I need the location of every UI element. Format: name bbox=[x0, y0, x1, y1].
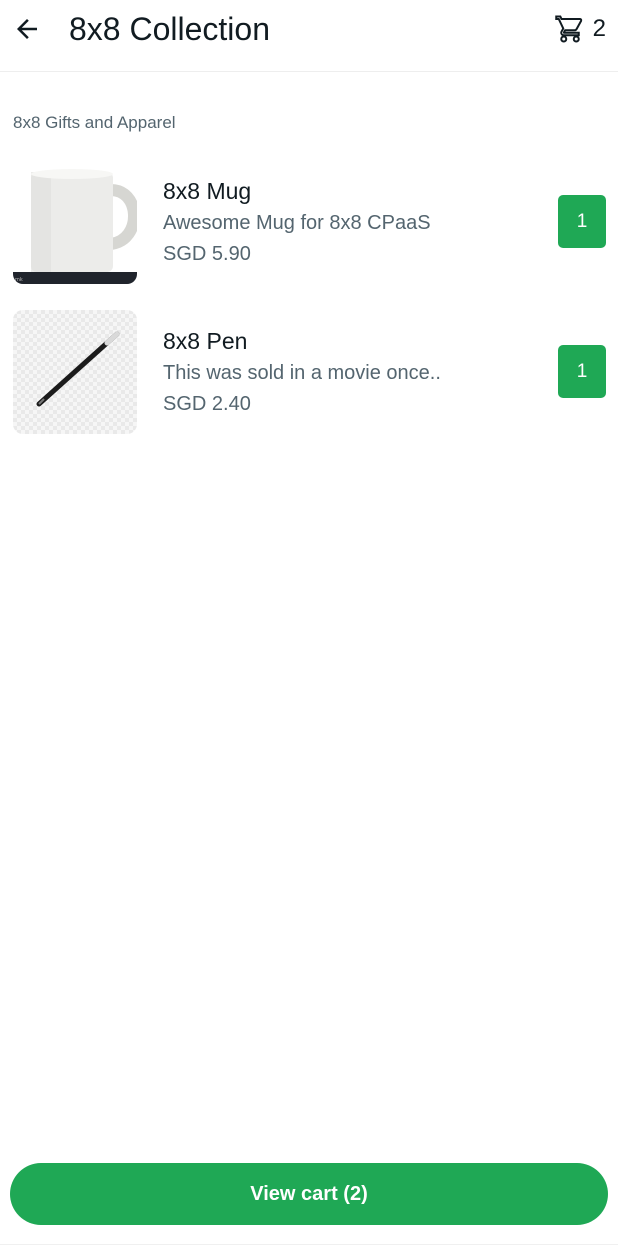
product-price: SGD 2.40 bbox=[163, 393, 251, 415]
bottom-divider bbox=[0, 1244, 618, 1245]
catalog-screen: 8x8 Collection 2 8x8 Gifts and Apparel m… bbox=[0, 0, 618, 1250]
quantity-badge[interactable]: 1 bbox=[558, 345, 606, 398]
cart-button[interactable]: 2 bbox=[554, 12, 606, 46]
product-item-pen[interactable]: 8x8 Pen This was sold in a movie once.. … bbox=[0, 308, 618, 436]
cart-icon bbox=[554, 15, 582, 43]
product-description: This was sold in a movie once.. bbox=[163, 362, 441, 384]
quantity-badge[interactable]: 1 bbox=[558, 195, 606, 248]
app-header: 8x8 Collection 2 bbox=[0, 0, 618, 72]
mug-image: mk bbox=[13, 160, 137, 284]
pen-image bbox=[13, 310, 137, 434]
product-price: SGD 5.90 bbox=[163, 243, 251, 265]
svg-text:mk: mk bbox=[15, 277, 23, 283]
section-label: 8x8 Gifts and Apparel bbox=[13, 113, 176, 132]
product-description: Awesome Mug for 8x8 CPaaS bbox=[163, 212, 431, 234]
cart-count: 2 bbox=[592, 15, 606, 42]
back-button[interactable] bbox=[10, 12, 44, 46]
product-name: 8x8 Pen bbox=[163, 328, 248, 354]
product-item-mug[interactable]: mk 8x8 Mug Awesome Mug for 8x8 CPaaS SGD… bbox=[0, 158, 618, 286]
product-name: 8x8 Mug bbox=[163, 178, 252, 204]
view-cart-button[interactable]: View cart (2) bbox=[10, 1163, 608, 1225]
arrow-left-icon bbox=[17, 19, 37, 39]
page-title: 8x8 Collection bbox=[69, 11, 270, 47]
